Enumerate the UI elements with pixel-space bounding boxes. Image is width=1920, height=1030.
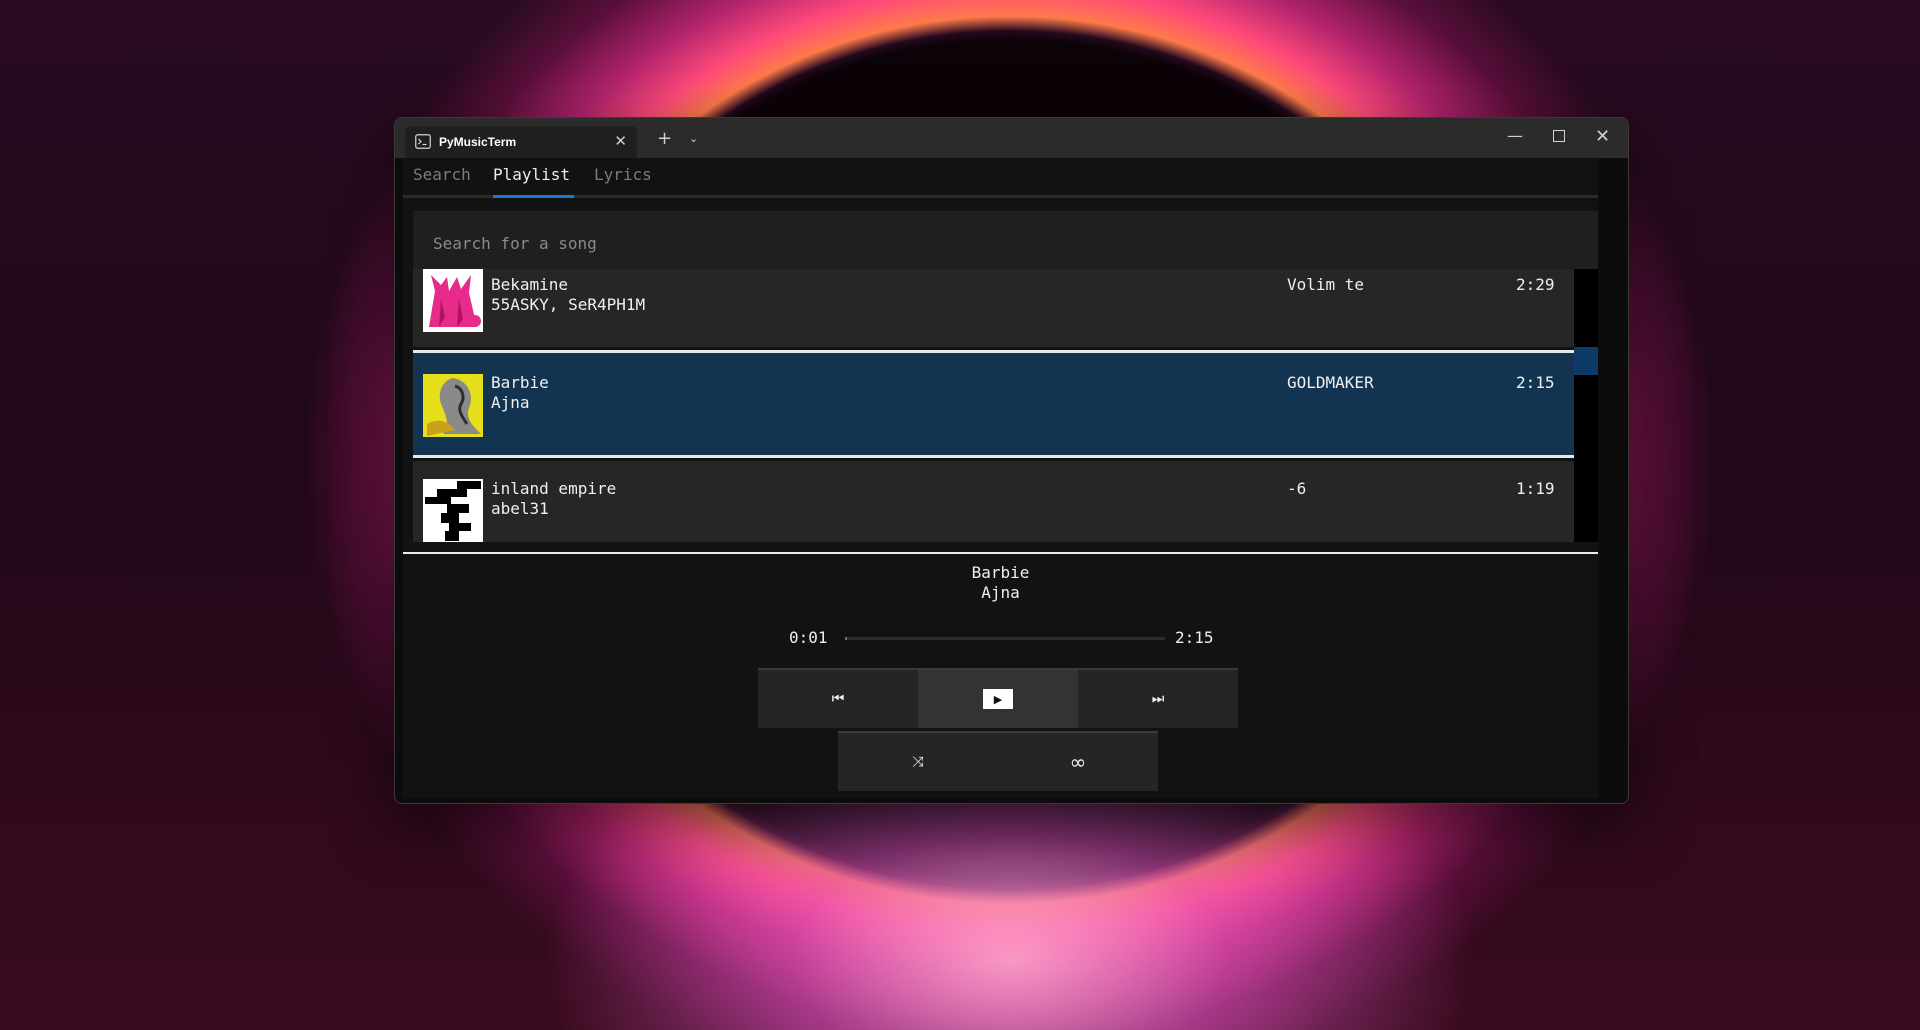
terminal-window: PyMusicTerm ✕ + ⌄ — ✕ Search Playlist Ly…: [394, 117, 1629, 804]
tab-playlist[interactable]: Playlist: [493, 165, 570, 184]
song-duration: 1:19: [1516, 479, 1555, 498]
title-bar: PyMusicTerm ✕ + ⌄ — ✕: [395, 118, 1628, 158]
tab-dropdown-icon[interactable]: ⌄: [689, 132, 698, 145]
skip-next-icon: ⏭: [1151, 691, 1165, 707]
close-window-button[interactable]: ✕: [1595, 126, 1610, 147]
skip-previous-icon: ⏮: [831, 691, 845, 707]
song-title: inland empire: [491, 479, 617, 498]
song-title: Bekamine: [491, 275, 569, 294]
loop-button[interactable]: ∞: [998, 731, 1158, 791]
play-button[interactable]: ▶: [918, 668, 1078, 728]
terminal-tab[interactable]: PyMusicTerm ✕: [405, 126, 637, 158]
list-item[interactable]: Bekamine 55ASKY, SeR4PH1M Volim te 2:29: [413, 269, 1574, 347]
now-playing-title: Barbie: [971, 563, 1030, 582]
minimize-button[interactable]: —: [1507, 126, 1523, 145]
yellow-sculpture-cover: [423, 374, 483, 437]
song-artist: Ajna: [491, 393, 530, 412]
now-playing-artist: Ajna: [981, 583, 1020, 602]
progress-bar[interactable]: [845, 637, 1165, 640]
song-duration: 2:15: [1516, 373, 1555, 392]
song-album: GOLDMAKER: [1287, 373, 1374, 392]
terminal-icon: [415, 134, 431, 149]
search-box: [413, 211, 1598, 269]
maximize-button[interactable]: [1553, 130, 1565, 142]
infinity-icon: ∞: [1069, 750, 1087, 774]
app-content: Search Playlist Lyrics Bekamine 55ASKY, …: [403, 158, 1598, 798]
progress-fill: [845, 637, 848, 640]
black-white-glitch-cover: [423, 479, 483, 542]
current-time: 0:01: [789, 628, 828, 647]
song-title: Barbie: [491, 373, 549, 392]
shuffle-button[interactable]: ⤨: [838, 731, 998, 791]
total-time: 2:15: [1175, 628, 1214, 647]
active-tab-indicator: [493, 195, 574, 198]
new-tab-button[interactable]: +: [657, 128, 672, 149]
list-item[interactable]: inland empire abel31 -6 1:19: [413, 461, 1574, 542]
pink-figures-cover: [423, 269, 483, 332]
tab-title: PyMusicTerm: [439, 135, 517, 149]
song-album: -6: [1287, 479, 1307, 498]
playlist-scrollbar[interactable]: [1574, 269, 1598, 542]
tab-lyrics[interactable]: Lyrics: [594, 165, 652, 184]
list-item-selected[interactable]: Barbie Ajna GOLDMAKER 2:15: [413, 350, 1574, 458]
song-duration: 2:29: [1516, 275, 1555, 294]
player-divider: [403, 552, 1598, 554]
scrollbar-thumb[interactable]: [1574, 347, 1598, 375]
next-button[interactable]: ⏭: [1078, 668, 1238, 728]
tab-close-icon[interactable]: ✕: [614, 132, 627, 150]
song-album: Volim te: [1287, 275, 1365, 294]
search-input[interactable]: [413, 211, 1598, 269]
song-artist: 55ASKY, SeR4PH1M: [491, 295, 646, 314]
play-icon: ▶: [983, 689, 1013, 709]
shuffle-icon: ⤨: [912, 754, 924, 770]
nav-tabs: Search Playlist Lyrics: [403, 158, 1598, 198]
tab-search[interactable]: Search: [413, 165, 471, 184]
previous-button[interactable]: ⏮: [758, 668, 918, 728]
playlist: Bekamine 55ASKY, SeR4PH1M Volim te 2:29 …: [413, 269, 1598, 542]
song-artist: abel31: [491, 499, 549, 518]
